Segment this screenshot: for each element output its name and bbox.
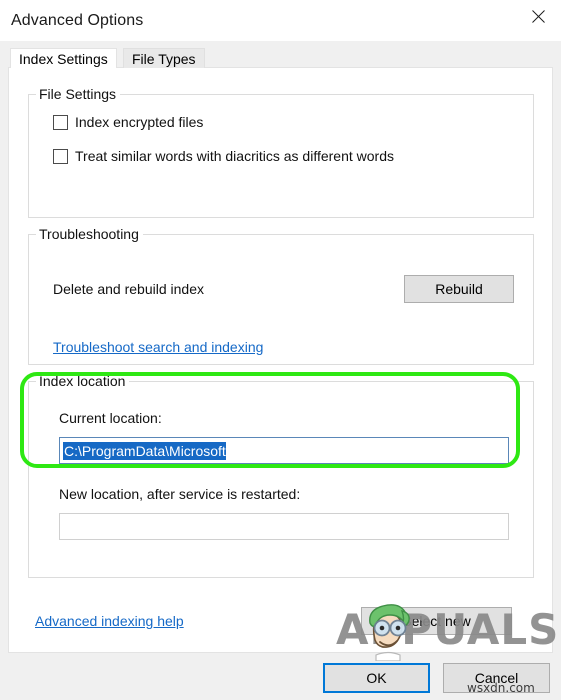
group-file-settings-legend: File Settings [36, 86, 121, 102]
group-index-location-legend: Index location [36, 373, 130, 389]
close-icon [531, 9, 545, 23]
group-file-settings: File Settings Index encrypted files Trea… [28, 86, 534, 218]
select-new-button[interactable]: Select new [361, 607, 512, 635]
tab-index-settings[interactable]: Index Settings [10, 48, 117, 68]
tab-panel-index-settings: File Settings Index encrypted files Trea… [8, 67, 553, 653]
tab-index-settings-label: Index Settings [19, 51, 108, 67]
troubleshoot-search-indexing-link[interactable]: Troubleshoot search and indexing [53, 339, 263, 355]
checkbox-box [53, 114, 68, 130]
group-index-location: Index location Current location: C:\Prog… [28, 373, 534, 635]
new-location-label: New location, after service is restarted… [59, 486, 301, 502]
ok-button[interactable]: OK [323, 663, 430, 693]
checkbox-box [53, 148, 68, 164]
checkbox-label: Treat similar words with diacritics as d… [75, 148, 394, 164]
tab-file-types[interactable]: File Types [123, 48, 205, 68]
cancel-button[interactable]: Cancel [443, 663, 550, 693]
checkbox-index-encrypted-files[interactable]: Index encrypted files [53, 114, 203, 130]
current-location-label: Current location: [59, 410, 162, 426]
tab-file-types-label: File Types [132, 51, 196, 67]
group-troubleshooting-legend: Troubleshooting [36, 226, 143, 242]
current-location-value: C:\ProgramData\Microsoft [63, 441, 226, 460]
checkbox-treat-similar-words[interactable]: Treat similar words with diacritics as d… [53, 148, 394, 164]
tab-strip: Index Settings File Types [0, 41, 561, 68]
current-location-input[interactable]: C:\ProgramData\Microsoft [59, 437, 509, 464]
delete-rebuild-index-label: Delete and rebuild index [53, 281, 204, 297]
advanced-indexing-help-link[interactable]: Advanced indexing help [35, 613, 184, 629]
new-location-input[interactable] [59, 513, 509, 540]
title-bar: Advanced Options [0, 0, 561, 41]
group-troubleshooting: Troubleshooting Delete and rebuild index… [28, 226, 534, 365]
checkbox-label: Index encrypted files [75, 114, 204, 130]
rebuild-button[interactable]: Rebuild [404, 275, 514, 303]
window-title: Advanced Options [11, 11, 144, 29]
close-button[interactable] [515, 0, 561, 32]
